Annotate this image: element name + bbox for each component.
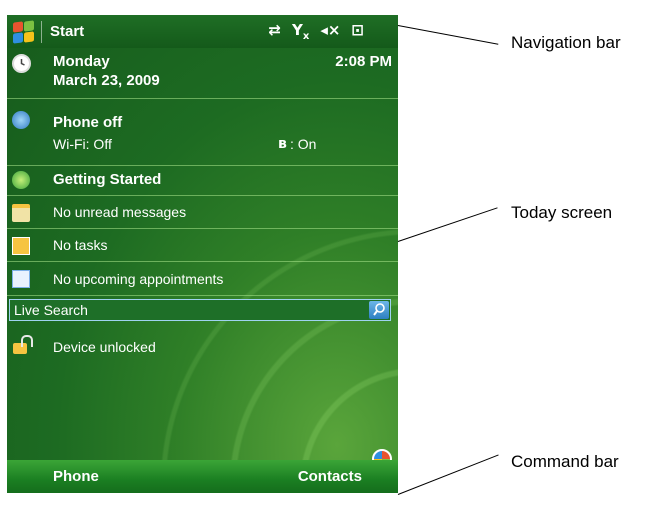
appointments-label: No upcoming appointments	[53, 271, 224, 287]
date-label: March 23, 2009	[53, 72, 160, 89]
getting-started-icon	[12, 171, 30, 189]
day-label: Monday	[53, 53, 110, 70]
bluetooth-icon: ʙ	[278, 136, 287, 152]
bluetooth-status: : On	[290, 136, 317, 152]
envelope-icon	[12, 204, 30, 222]
command-bar-callout-line	[397, 454, 499, 495]
tasks-checkbox-icon	[12, 237, 30, 255]
contacts-softkey[interactable]: Contacts	[298, 468, 362, 485]
today-screen-callout-line	[397, 207, 498, 242]
wifi-status: Wi-Fi: Off	[53, 136, 112, 152]
status-icons: ⇄ Yx ◂× ⊡	[268, 21, 364, 42]
windows-start-icon[interactable]	[11, 19, 37, 45]
navigation-bar: Start ⇄ Yx ◂× ⊡	[7, 15, 398, 48]
command-bar-callout: Command bar	[511, 452, 619, 471]
live-search-field[interactable]: Live Search	[9, 299, 391, 321]
getting-started-label: Getting Started	[53, 171, 162, 188]
device-lock-row[interactable]: Device unlocked	[7, 335, 398, 363]
battery-charging-icon[interactable]: ⊡	[351, 21, 364, 42]
messages-row[interactable]: No unread messages	[7, 196, 398, 229]
tasks-label: No tasks	[53, 237, 108, 253]
phone-wireless-icon	[12, 111, 30, 129]
phone-status-row[interactable]: Phone off Wi-Fi: Off ʙ : On	[7, 99, 398, 166]
getting-started-row[interactable]: Getting Started	[7, 166, 398, 196]
sync-icon[interactable]: ⇄	[268, 21, 281, 42]
navbar-divider	[41, 20, 42, 43]
tasks-row[interactable]: No tasks	[7, 229, 398, 262]
start-label[interactable]: Start	[50, 23, 84, 40]
device-lock-label: Device unlocked	[53, 339, 156, 355]
phone-softkey[interactable]: Phone	[53, 468, 99, 485]
date-time-row[interactable]: Monday March 23, 2009 2:08 PM	[7, 48, 398, 99]
today-screen-callout: Today screen	[511, 203, 613, 222]
navigation-bar-callout-line	[397, 25, 499, 45]
padlock-shackle	[21, 335, 33, 347]
time-label: 2:08 PM	[335, 53, 392, 70]
appointments-row[interactable]: No upcoming appointments	[7, 262, 398, 296]
calendar-icon	[12, 270, 30, 288]
messages-label: No unread messages	[53, 204, 187, 220]
phone-status: Phone off	[53, 114, 123, 131]
command-bar: Phone Contacts	[7, 460, 398, 493]
live-search-label: Live Search	[14, 302, 88, 318]
speaker-muted-icon[interactable]: ◂×	[320, 21, 340, 42]
antenna-off-icon[interactable]: Yx	[292, 21, 309, 42]
navigation-bar-callout: Navigation bar	[511, 33, 621, 52]
search-icon[interactable]	[369, 301, 389, 319]
today-screen-device: Start ⇄ Yx ◂× ⊡ Monday March 23, 2009 2:…	[7, 15, 398, 493]
clock-icon	[12, 54, 31, 73]
